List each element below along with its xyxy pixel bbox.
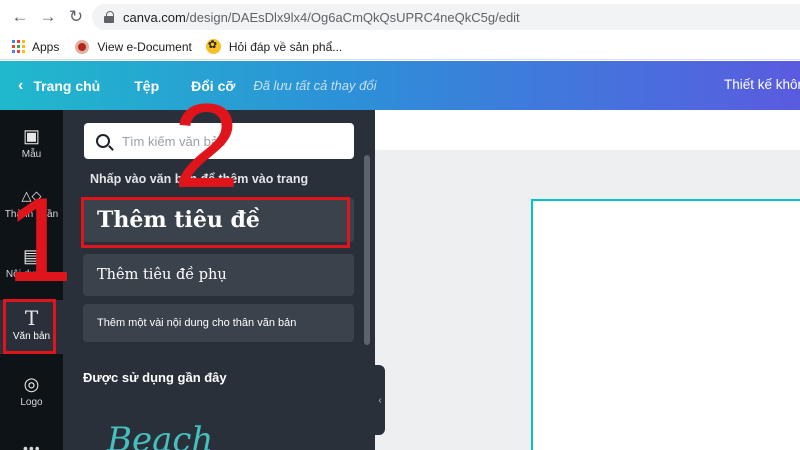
url-path: /design/DAEsDlx9lx4/Og6aCmQkQsUPRC4neQkC… bbox=[185, 9, 520, 25]
bookmark-label: View e-Document bbox=[97, 39, 192, 54]
add-subheading-button[interactable]: Thêm tiêu đề phụ bbox=[83, 254, 354, 296]
reload-icon[interactable]: ↻ bbox=[62, 3, 90, 31]
rail-item-label: Logo bbox=[20, 397, 43, 408]
file-menu[interactable]: Tệp bbox=[134, 78, 159, 94]
logo-icon: ◎ bbox=[23, 374, 40, 394]
lock-icon bbox=[104, 11, 114, 23]
rail-item-label: Mẫu bbox=[21, 149, 42, 160]
bookmark-view-e-document[interactable]: View e-Document bbox=[75, 39, 192, 54]
bookmark-hoi-dap[interactable]: Hỏi đáp về sản phẩ... bbox=[205, 38, 343, 54]
bookmarks-bar: Apps View e-Document Hỏi đáp về sản phẩ.… bbox=[0, 34, 800, 60]
yellow-flower-icon bbox=[205, 38, 221, 54]
design-title[interactable]: Thiết kế khôn bbox=[724, 77, 800, 92]
recent-section-title: Được sử dụng gần đây bbox=[83, 370, 227, 385]
browser-toolbar: ← → ↻ canva.com/design/DAEsDlx9lx4/Og6aC… bbox=[0, 0, 800, 34]
back-arrow-icon[interactable]: ← bbox=[6, 3, 34, 31]
recent-font-sample[interactable]: Beach bbox=[107, 420, 213, 450]
rail-item-logo[interactable]: ◎ Logo bbox=[0, 368, 63, 418]
save-status: Đã lưu tất cả thay đổi bbox=[253, 78, 377, 93]
step-number-1: 1 bbox=[6, 173, 73, 307]
more-icon[interactable]: ••• bbox=[23, 440, 41, 450]
forward-arrow-icon[interactable]: → bbox=[34, 3, 62, 31]
bookmark-label: Hỏi đáp về sản phẩ... bbox=[228, 39, 343, 54]
template-icon: ▣ bbox=[22, 126, 40, 146]
url-host: canva.com bbox=[123, 9, 186, 25]
red-circle-icon bbox=[75, 39, 90, 54]
collapse-panel-icon[interactable]: ‹ bbox=[375, 365, 385, 435]
highlight-text-tab bbox=[3, 299, 56, 354]
chevron-left-icon[interactable]: ‹ bbox=[18, 77, 23, 95]
bookmark-apps[interactable]: Apps bbox=[12, 40, 59, 54]
editor-topbar: ‹ Trang chủ Tệp Đổi cỡ Đã lưu tất cả tha… bbox=[0, 61, 800, 110]
panel-scrollbar[interactable] bbox=[364, 155, 370, 345]
search-icon bbox=[96, 134, 110, 148]
address-bar[interactable]: canva.com/design/DAEsDlx9lx4/Og6aCmQkQsU… bbox=[92, 4, 800, 30]
rail-item-templates[interactable]: ▣ Mẫu bbox=[0, 122, 63, 170]
step-number-2: 2 bbox=[173, 79, 240, 213]
home-link[interactable]: Trang chủ bbox=[33, 78, 100, 94]
design-page[interactable] bbox=[531, 199, 800, 450]
bookmark-label: Apps bbox=[32, 39, 60, 54]
apps-grid-icon bbox=[12, 40, 25, 53]
add-body-text-button[interactable]: Thêm một vài nội dung cho thân văn bản bbox=[83, 304, 354, 342]
context-toolbar bbox=[375, 110, 800, 150]
